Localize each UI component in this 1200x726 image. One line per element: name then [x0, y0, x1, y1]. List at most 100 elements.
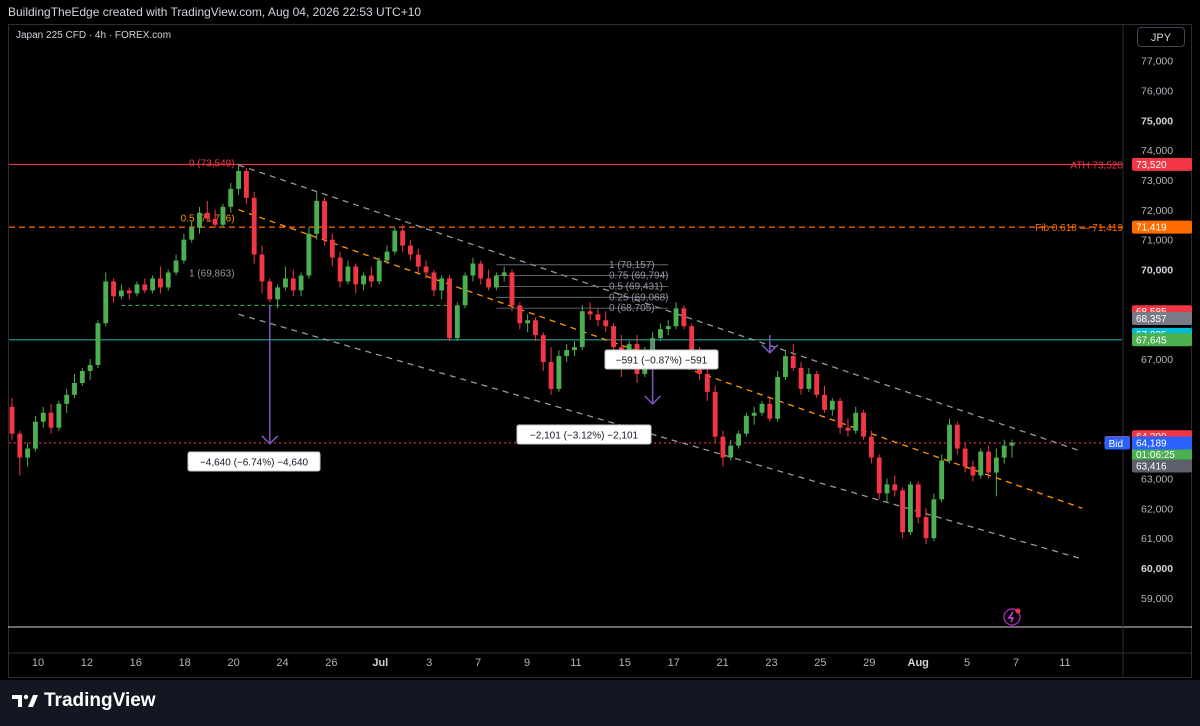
- candle[interactable]: [454, 302, 460, 342]
- candle[interactable]: [142, 278, 148, 294]
- candle[interactable]: [884, 478, 890, 503]
- candle[interactable]: [611, 323, 616, 354]
- candle[interactable]: [361, 272, 366, 291]
- candle[interactable]: [978, 448, 984, 479]
- candle[interactable]: [236, 163, 241, 195]
- candle[interactable]: [17, 430, 23, 476]
- candle[interactable]: [915, 481, 921, 524]
- tradingview-logo[interactable]: TradingView: [12, 690, 156, 712]
- candle[interactable]: [947, 418, 952, 464]
- candle[interactable]: [790, 344, 796, 371]
- candle[interactable]: [579, 305, 585, 351]
- candle[interactable]: [970, 460, 976, 482]
- candle[interactable]: [533, 317, 538, 342]
- candle[interactable]: [337, 251, 343, 288]
- candle[interactable]: [72, 373, 77, 398]
- candle[interactable]: [868, 430, 874, 464]
- candle[interactable]: [501, 266, 507, 282]
- candle[interactable]: [220, 203, 226, 228]
- candle[interactable]: [603, 311, 609, 333]
- candle[interactable]: [939, 454, 945, 503]
- candle[interactable]: [126, 287, 132, 300]
- candle[interactable]: [345, 260, 351, 285]
- candle[interactable]: [587, 302, 593, 321]
- candle[interactable]: [134, 281, 140, 297]
- candle[interactable]: [783, 350, 788, 380]
- candle[interactable]: [845, 418, 851, 437]
- candle[interactable]: [251, 191, 257, 264]
- candle[interactable]: [837, 397, 843, 434]
- candle[interactable]: [720, 430, 726, 467]
- candle[interactable]: [486, 269, 491, 291]
- candle[interactable]: [759, 400, 765, 416]
- candle[interactable]: [814, 370, 820, 398]
- candle[interactable]: [228, 182, 234, 213]
- candle[interactable]: [712, 385, 718, 443]
- candle[interactable]: [775, 370, 781, 422]
- candle[interactable]: [290, 269, 296, 297]
- candle[interactable]: [283, 266, 288, 291]
- candle[interactable]: [79, 368, 85, 386]
- candle[interactable]: [954, 421, 960, 455]
- candle[interactable]: [673, 302, 679, 330]
- candle[interactable]: [665, 320, 671, 336]
- candle[interactable]: [736, 430, 741, 449]
- candle[interactable]: [368, 266, 374, 288]
- candle[interactable]: [197, 206, 202, 234]
- candle[interactable]: [95, 320, 101, 369]
- candle[interactable]: [118, 284, 124, 300]
- candle[interactable]: [329, 233, 335, 267]
- candle[interactable]: [423, 260, 429, 279]
- candle[interactable]: [908, 481, 913, 536]
- candle[interactable]: [150, 275, 156, 294]
- candle[interactable]: [204, 200, 210, 222]
- candle[interactable]: [189, 221, 195, 243]
- candle[interactable]: [415, 248, 421, 273]
- candle[interactable]: [267, 278, 273, 303]
- candle[interactable]: [259, 245, 265, 294]
- candle[interactable]: [806, 368, 812, 392]
- candle[interactable]: [158, 266, 163, 294]
- candle[interactable]: [376, 257, 382, 285]
- candle[interactable]: [681, 305, 687, 330]
- candle[interactable]: [384, 245, 390, 264]
- candle[interactable]: [853, 406, 859, 434]
- candle[interactable]: [439, 275, 445, 300]
- candle[interactable]: [993, 448, 999, 497]
- candle[interactable]: [595, 308, 601, 327]
- candle[interactable]: [400, 224, 406, 252]
- candle[interactable]: [704, 368, 710, 401]
- candle[interactable]: [40, 406, 46, 428]
- candle[interactable]: [548, 347, 554, 395]
- candle[interactable]: [33, 415, 38, 452]
- candle[interactable]: [658, 323, 663, 342]
- candle[interactable]: [470, 257, 476, 282]
- candle[interactable]: [517, 302, 523, 330]
- candle[interactable]: [900, 487, 906, 539]
- candle[interactable]: [275, 284, 281, 309]
- chart-canvas[interactable]: Japan 225 CFD · 4h · FOREX.com 77,000 76,0…: [0, 0, 1200, 680]
- candle[interactable]: [173, 254, 179, 276]
- candle[interactable]: [392, 227, 398, 255]
- candle[interactable]: [181, 233, 187, 264]
- candle[interactable]: [353, 263, 359, 294]
- candle[interactable]: [986, 445, 991, 479]
- candle[interactable]: [876, 454, 882, 500]
- candle[interactable]: [478, 260, 484, 285]
- candle[interactable]: [509, 269, 515, 312]
- candle[interactable]: [572, 341, 577, 357]
- candle[interactable]: [56, 400, 62, 431]
- candle[interactable]: [751, 406, 757, 425]
- candle[interactable]: [103, 272, 109, 327]
- candle[interactable]: [306, 227, 312, 279]
- candle[interactable]: [212, 209, 218, 228]
- candle[interactable]: [462, 272, 468, 309]
- candle[interactable]: [564, 344, 570, 363]
- candle[interactable]: [243, 168, 249, 204]
- candle[interactable]: [931, 493, 937, 542]
- candle[interactable]: [829, 397, 835, 416]
- candle[interactable]: [798, 362, 804, 395]
- candle[interactable]: [1009, 439, 1015, 458]
- candle[interactable]: [408, 239, 413, 261]
- candle[interactable]: [64, 388, 70, 413]
